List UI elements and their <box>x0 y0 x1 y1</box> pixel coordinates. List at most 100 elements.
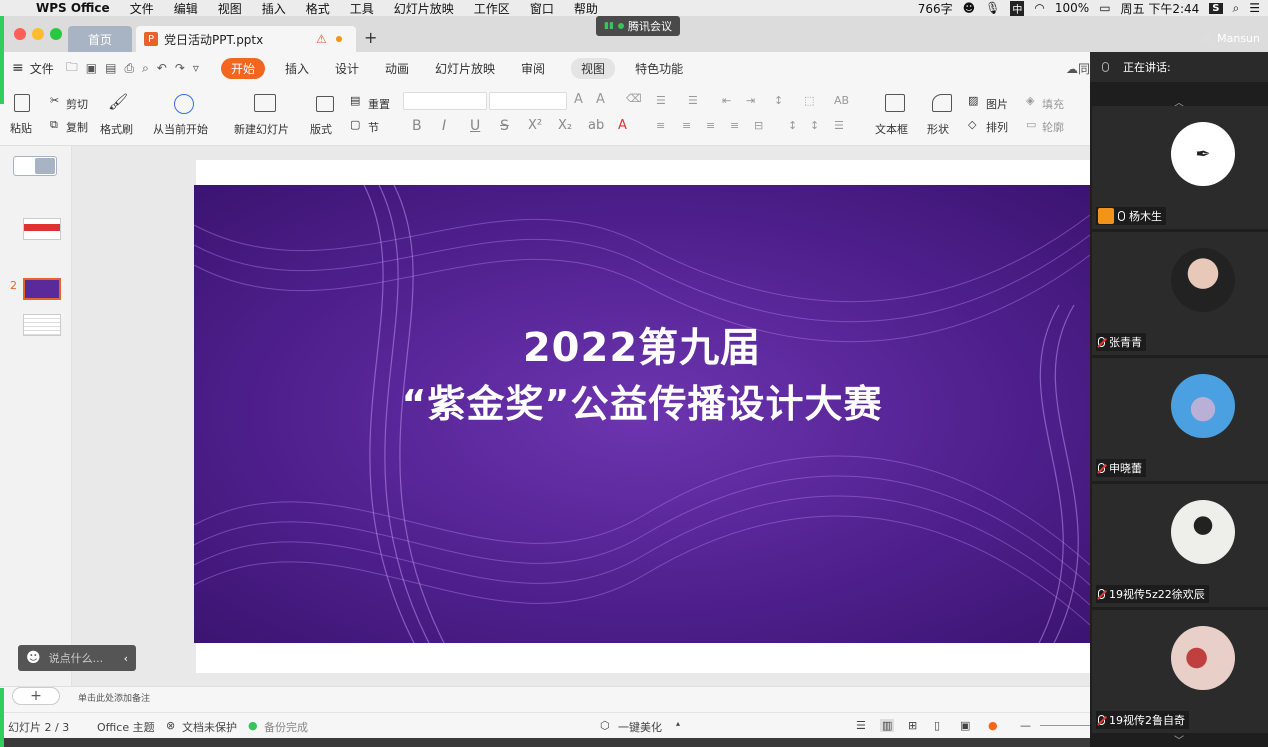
menubar-app-name[interactable]: WPS Office <box>36 1 110 15</box>
notes-placeholder[interactable]: 单击此处添加备注 <box>78 691 150 704</box>
participant-card[interactable]: 19视传5z22徐欢辰 <box>1092 484 1268 608</box>
decrease-indent-icon[interactable]: ⇤ <box>722 94 731 107</box>
participant-card[interactable]: 申晓蕾 <box>1092 358 1268 482</box>
textbox-button[interactable]: 文本框 <box>875 121 908 137</box>
numbering-icon[interactable]: ☰ <box>688 94 698 107</box>
strikethrough-icon[interactable]: S <box>500 118 509 134</box>
slide-title-line2[interactable]: “紫金奖”公益传播设计大赛 <box>194 373 1090 428</box>
font-size-select[interactable] <box>489 92 567 110</box>
print-icon[interactable]: ⎙ <box>124 61 134 76</box>
close-window-button[interactable] <box>14 28 26 40</box>
outline-icon[interactable]: ▭ <box>1026 118 1036 131</box>
menu-edit[interactable]: 编辑 <box>174 0 198 17</box>
document-protection[interactable]: 文档未保护 <box>182 719 237 735</box>
bold-icon[interactable]: B <box>412 118 422 134</box>
wifi-icon[interactable]: ◠ <box>1034 1 1044 15</box>
menu-tools[interactable]: 工具 <box>350 0 374 17</box>
smiley-icon[interactable]: ☻ <box>963 1 976 15</box>
scissors-icon[interactable]: ✂ <box>50 94 59 107</box>
user-account[interactable]: Mansun <box>1201 32 1260 45</box>
slide-sorter-icon[interactable]: ⊞ <box>908 719 917 732</box>
arrange-button[interactable]: 排列 <box>986 119 1008 135</box>
tab-review[interactable]: 审阅 <box>521 60 545 77</box>
hamburger-menu-icon[interactable]: ≡ <box>12 60 24 76</box>
section-icon[interactable]: ▢ <box>350 118 360 131</box>
minimize-window-button[interactable] <box>32 28 44 40</box>
clock[interactable]: 周五 下午2:44 <box>1121 0 1200 17</box>
underline-icon[interactable]: U <box>470 118 480 134</box>
paste-icon[interactable] <box>14 94 30 112</box>
thumbnail-view-icon[interactable] <box>35 158 55 174</box>
view-mode-toggle[interactable] <box>13 156 57 176</box>
bullets-icon[interactable]: ☰ <box>656 94 666 107</box>
new-tab-button[interactable]: + <box>364 28 377 47</box>
highlight-icon[interactable]: ab <box>588 118 604 133</box>
chat-input-pill[interactable]: ☻ 说点什么... ‹ <box>18 645 136 671</box>
copy-icon[interactable]: ⧉ <box>50 118 58 132</box>
emoji-icon[interactable]: ☻ <box>26 650 41 666</box>
beautify-chevron-icon[interactable]: ▴ <box>676 719 680 728</box>
tab-start[interactable]: 开始 <box>220 57 265 79</box>
justify-icon[interactable]: ≡ <box>730 119 739 132</box>
redo-icon[interactable]: ↷ <box>175 61 185 75</box>
backup-status[interactable]: 备份完成 <box>264 719 308 735</box>
menu-workspace[interactable]: 工作区 <box>474 0 510 17</box>
zoom-window-button[interactable] <box>50 28 62 40</box>
subscript-icon[interactable]: X₂ <box>558 118 572 133</box>
font-color-icon[interactable]: A <box>618 118 627 133</box>
align-center-icon[interactable]: ≡ <box>682 119 691 132</box>
zoom-slider[interactable] <box>1040 725 1090 726</box>
one-click-beautify[interactable]: 一键美化 <box>618 719 662 735</box>
shape-icon[interactable] <box>932 94 952 112</box>
reset-icon[interactable]: ▤ <box>350 94 360 107</box>
tab-features[interactable]: 特色功能 <box>635 60 683 77</box>
add-slide-button[interactable]: + <box>12 687 60 705</box>
increase-indent-icon[interactable]: ⇥ <box>746 94 755 107</box>
tab-slideshow[interactable]: 幻灯片放映 <box>435 60 495 77</box>
notes-view-icon[interactable]: ☰ <box>856 719 866 732</box>
reading-view-icon[interactable]: ▯ <box>934 719 940 732</box>
participant-card[interactable]: ✒ 杨木生 <box>1092 106 1268 230</box>
theme-name[interactable]: Office 主题 <box>97 719 155 735</box>
line-spacing-icon[interactable]: ↕ <box>788 119 797 132</box>
spotlight-search-icon[interactable]: ⌕ <box>1233 1 1240 16</box>
fill-icon[interactable]: ◈ <box>1026 94 1034 107</box>
slide-banner[interactable]: 2022第九届 “紫金奖”公益传播设计大赛 <box>194 185 1090 643</box>
menu-slideshow[interactable]: 幻灯片放映 <box>394 0 454 17</box>
zoom-out-icon[interactable]: — <box>1020 719 1031 732</box>
print-preview-icon[interactable]: ⌕ <box>142 61 149 76</box>
eraser-icon[interactable]: ⌫ <box>626 92 642 105</box>
tab-animation[interactable]: 动画 <box>385 60 409 77</box>
smartart-icon[interactable]: AB <box>834 94 849 107</box>
tab-insert[interactable]: 插入 <box>285 60 309 77</box>
paragraph-spacing-icon[interactable]: ↕ <box>810 119 819 132</box>
layout-icon[interactable] <box>316 96 334 112</box>
layout-button[interactable]: 版式 <box>310 121 332 137</box>
picture-button[interactable]: 图片 <box>986 96 1008 112</box>
menu-view[interactable]: 视图 <box>218 0 242 17</box>
play-icon[interactable] <box>174 94 194 114</box>
battery-icon[interactable]: ▭ <box>1099 1 1110 15</box>
control-center-icon[interactable]: ☰ <box>1249 1 1260 15</box>
save-icon[interactable]: ▣ <box>86 61 97 75</box>
file-menu[interactable]: 文件 <box>30 60 54 77</box>
columns-icon[interactable]: ☰ <box>834 119 844 132</box>
menu-help[interactable]: 帮助 <box>574 0 598 17</box>
picture-icon[interactable]: ▨ <box>968 94 978 107</box>
microphone-icon[interactable]: 🎙 <box>985 1 1000 15</box>
menu-insert[interactable]: 插入 <box>262 0 286 17</box>
slide-thumbnail-2[interactable] <box>23 278 61 300</box>
distribute-icon[interactable]: ⊟ <box>754 119 763 132</box>
tab-document[interactable]: P 党日活动PPT.pptx ⚠ <box>136 26 356 52</box>
undo-icon[interactable]: ↶ <box>157 61 167 75</box>
outline-button[interactable]: 轮廓 <box>1042 119 1064 135</box>
paste-button[interactable]: 粘贴 <box>10 120 32 136</box>
decrease-font-icon[interactable]: A <box>596 92 605 107</box>
menu-format[interactable]: 格式 <box>306 0 330 17</box>
slide-thumbnail-1[interactable] <box>23 218 61 240</box>
slide-thumbnail-3[interactable] <box>23 314 61 336</box>
font-family-select[interactable] <box>403 92 487 110</box>
superscript-icon[interactable]: X² <box>528 118 542 133</box>
textbox-icon[interactable] <box>885 94 905 112</box>
align-text-icon[interactable]: ⬚ <box>804 94 814 107</box>
